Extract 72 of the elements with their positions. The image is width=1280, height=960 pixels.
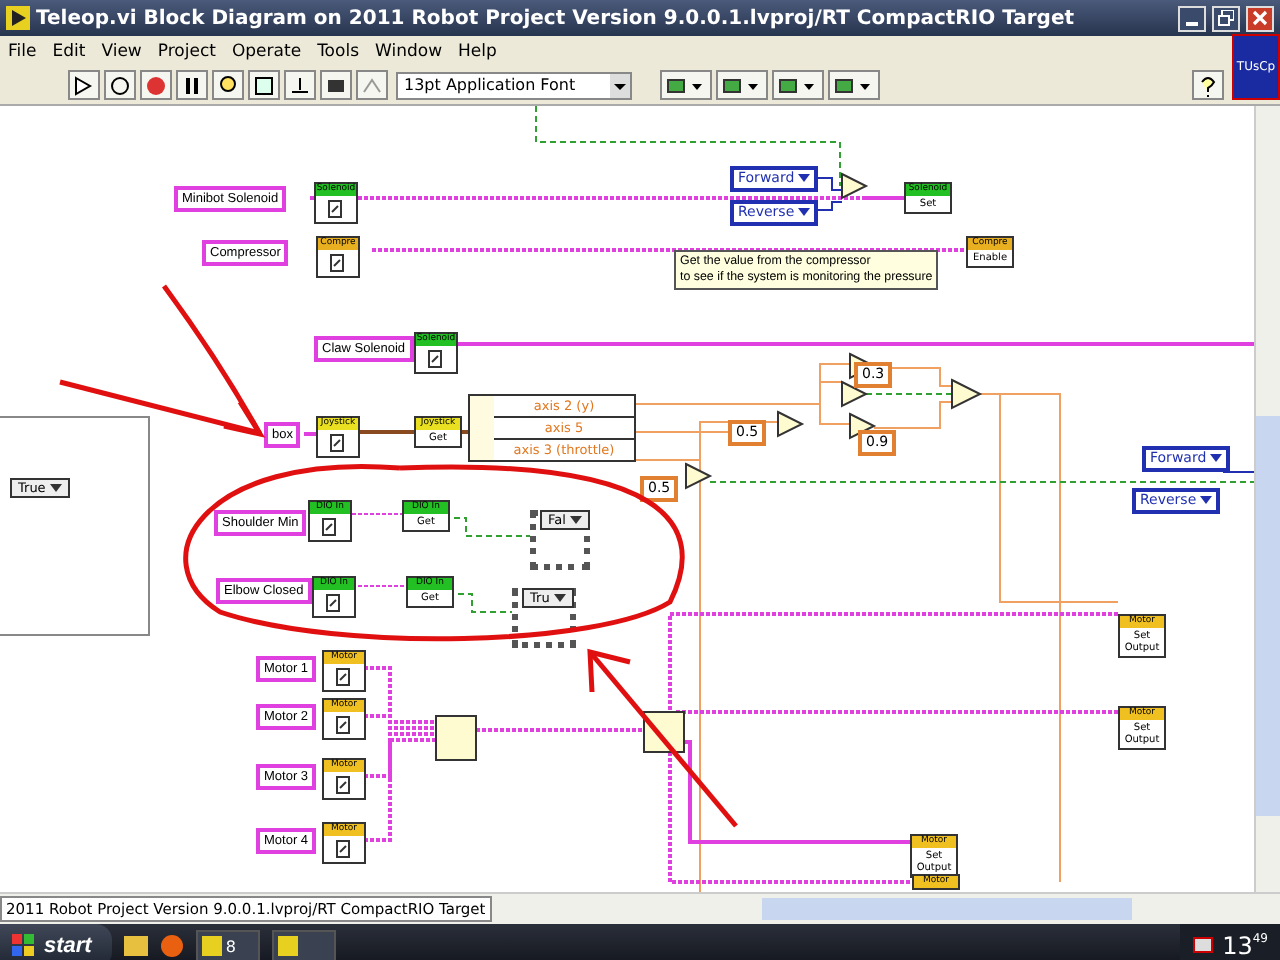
menu-item[interactable]: View [101,41,142,61]
help-button[interactable] [1192,70,1224,100]
document-icon [428,350,444,368]
menu-item[interactable]: Edit [52,41,86,61]
run-continuously-button[interactable] [104,70,136,100]
highlight-icon [216,73,240,97]
abort-icon [144,73,168,97]
start-button[interactable]: start [0,924,112,960]
restore-icon [1218,10,1234,26]
dropdown-arrow-icon [798,208,811,217]
step-into-icon [288,73,312,97]
close-icon [1252,10,1268,26]
step-out-icon [360,73,384,97]
dropdown-arrow-icon [49,484,62,493]
retain-button[interactable] [248,70,280,100]
operator-icon [685,462,713,490]
document-icon [326,594,342,612]
close-button[interactable] [1246,5,1274,31]
operator-icon [951,378,983,410]
align-button[interactable] [660,70,712,100]
reorder-icon [834,75,874,95]
reorder-button[interactable] [828,70,880,100]
operator-icon [841,380,869,408]
font-dropdown[interactable]: 13pt Application Font [396,71,632,99]
minimize-button[interactable] [1178,5,1206,31]
operator-icon [841,172,869,200]
taskbar-button[interactable] [271,929,336,960]
windows-logo-icon [12,934,36,958]
maximize-button[interactable] [1212,5,1240,31]
menu-item[interactable]: Window [375,41,443,61]
bundle-node [435,715,477,761]
menu-item[interactable]: Project [157,41,216,61]
dropdown-arrow-icon [553,594,566,603]
help-icon [1198,73,1218,97]
document-icon [336,776,352,794]
document-icon [322,518,338,536]
resize-icon [778,75,818,95]
pause-button[interactable] [176,70,208,100]
operator-icon [777,410,805,438]
app-icon [6,6,30,30]
pause-icon [180,73,204,97]
menu-item[interactable]: File [8,41,37,61]
highlight-button[interactable] [212,70,244,100]
document-icon [328,200,344,218]
distribute-button[interactable] [716,70,768,100]
dropdown-arrow-icon [1210,454,1223,463]
taskbar-group-button[interactable]: 8 [195,929,260,960]
run-icon [72,73,96,97]
document-icon [336,716,352,734]
document-icon [336,668,352,686]
dropdown-arrow-icon [1200,496,1213,505]
document-icon [336,840,352,858]
window-title: Teleop.vi Block Diagram on 2011 Robot Project Version 9.0.0.1.lvproj/RT CompactRIO Target [36,7,1077,29]
document-icon [330,254,346,272]
distribute-icon [722,75,762,95]
abort-button[interactable] [140,70,172,100]
app-icon [201,936,222,956]
app-icon [277,936,298,956]
step-over-button[interactable] [320,70,352,100]
run-button[interactable] [68,70,100,100]
dropdown-arrow-icon [798,174,811,183]
vertical-scrollbar[interactable] [1254,106,1280,892]
align-icon [666,75,706,95]
menu-item[interactable]: Tools [317,41,360,61]
retain-icon [252,73,276,97]
step-into-button[interactable] [284,70,316,100]
run-continuously-icon [108,73,132,97]
document-icon [330,434,346,452]
menu-item[interactable]: Operate [231,41,302,61]
dropdown-arrow-icon [569,516,582,525]
resize-button[interactable] [772,70,824,100]
menu-item[interactable]: Help [458,41,497,61]
